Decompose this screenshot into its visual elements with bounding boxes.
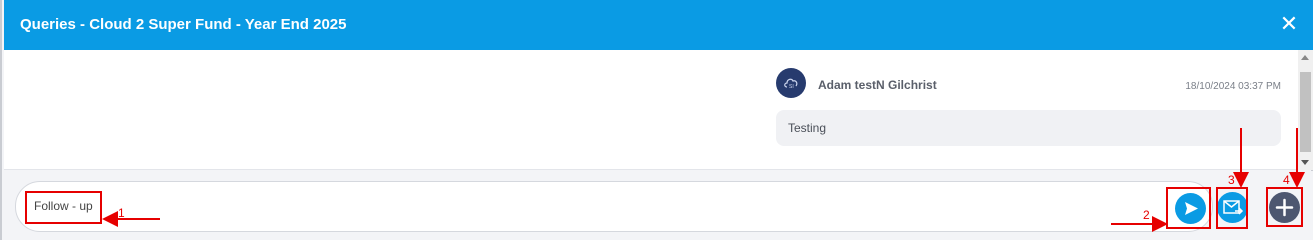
cloud-logo-icon: SI — [784, 78, 798, 90]
vertical-scrollbar[interactable] — [1298, 50, 1313, 170]
svg-text:SI: SI — [789, 84, 794, 90]
dialog-title: Queries - Cloud 2 Super Fund - Year End … — [20, 16, 347, 33]
message-timestamp: 18/10/2024 03:37 PM — [1185, 81, 1281, 92]
scroll-down-icon[interactable] — [1301, 160, 1309, 165]
scroll-thumb[interactable] — [1300, 72, 1311, 152]
message-input[interactable]: Follow - up — [34, 199, 94, 219]
scroll-up-icon[interactable] — [1301, 55, 1309, 60]
send-icon — [1185, 202, 1198, 215]
message-list: SI Adam testN Gilchrist 18/10/2024 03:37… — [4, 50, 1313, 170]
send-email-button[interactable] — [1217, 192, 1248, 223]
message-bubble: Testing — [776, 110, 1281, 146]
close-icon[interactable]: ✕ — [1279, 13, 1299, 35]
composer-bar — [4, 171, 1313, 240]
plus-icon — [1275, 198, 1294, 217]
query-dialog: Queries - Cloud 2 Super Fund - Year End … — [0, 0, 1313, 240]
send-button[interactable] — [1175, 193, 1206, 224]
email-send-icon — [1223, 200, 1244, 215]
dialog-header: Queries - Cloud 2 Super Fund - Year End … — [4, 0, 1313, 50]
avatar: SI — [776, 68, 806, 98]
message-input-container[interactable] — [15, 181, 1213, 232]
message-author: Adam testN Gilchrist — [818, 78, 937, 92]
add-button[interactable] — [1269, 192, 1300, 223]
message-item: SI Adam testN Gilchrist 18/10/2024 03:37… — [776, 68, 1281, 148]
